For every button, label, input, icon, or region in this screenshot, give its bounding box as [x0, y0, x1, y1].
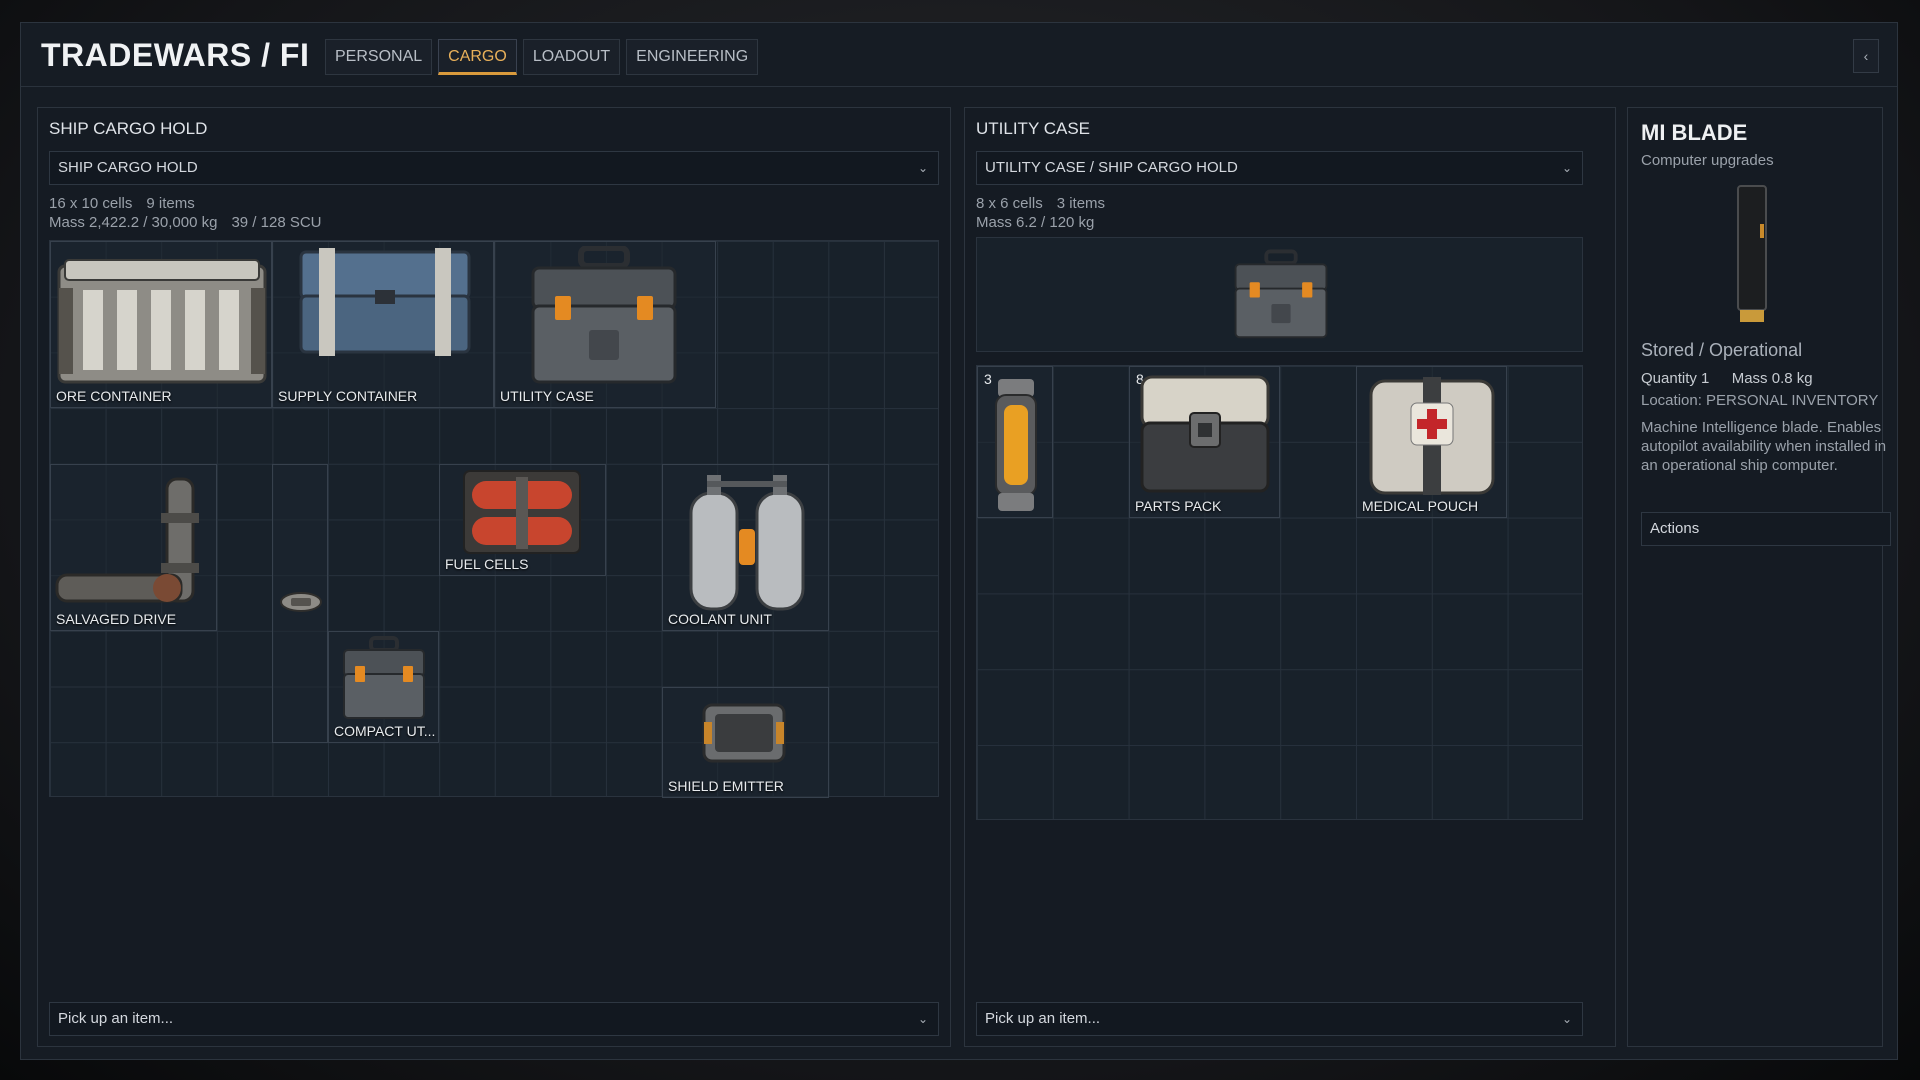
grid-item-parts-pack[interactable]: 8 PARTS PACK	[1129, 366, 1280, 518]
grid-item-ore-container[interactable]: ORE CONTAINER	[50, 241, 272, 408]
container-preview	[976, 237, 1583, 352]
tab-engineering[interactable]: ENGINEERING	[626, 39, 759, 75]
grid-item-compact-utility[interactable]: COMPACT UT...	[328, 631, 439, 743]
grid-item-medical-pouch[interactable]: MEDICAL POUCH	[1356, 366, 1507, 518]
mass-readout: Mass 2,422.2 / 30,000 kg	[49, 214, 218, 231]
item-details-panel: MI BLADE Computer upgrades Stored / Oper…	[1627, 107, 1891, 1047]
item-location: Location: PERSONAL INVENTORY	[1641, 392, 1879, 409]
top-bar: TRADEWARS / FI PERSONAL CARGO LOADOUT EN…	[21, 23, 1897, 87]
utility-pickup-select[interactable]: Pick up an item... ⌄	[976, 1002, 1583, 1036]
parts-pack-icon	[1138, 373, 1272, 500]
item-label: COOLANT UNIT	[668, 611, 772, 627]
item-label: MEDICAL POUCH	[1362, 498, 1479, 514]
blue-crate-icon	[297, 246, 473, 367]
tab-loadout[interactable]: LOADOUT	[522, 39, 621, 75]
chevron-down-icon: ⌄	[1561, 1012, 1572, 1026]
grid-item-lantern[interactable]: 3	[977, 366, 1053, 518]
item-quantity-mass: Quantity 1 Mass 0.8 kg	[1641, 370, 1813, 387]
grid-item-fuel-cells[interactable]: FUEL CELLS	[439, 464, 606, 576]
mass-readout: Mass 6.2 / 120 kg	[976, 214, 1095, 231]
item-label: SALVAGED DRIVE	[56, 611, 177, 627]
item-label: UTILITY CASE	[500, 388, 594, 404]
item-label: COMPACT UT...	[334, 723, 436, 739]
selector-value: SHIP CARGO HOLD	[58, 159, 198, 176]
item-label: SHIELD EMITTER	[668, 778, 784, 794]
collapse-panel-button[interactable]: ‹	[1853, 39, 1879, 73]
item-name: MI BLADE	[1641, 120, 1748, 145]
drive-icon	[55, 473, 215, 616]
utility-case-icon	[529, 245, 679, 391]
item-category: Computer upgrades	[1641, 152, 1774, 169]
app-window: TRADEWARS / FI PERSONAL CARGO LOADOUT EN…	[20, 22, 1898, 1060]
grid-item-utility-case[interactable]: UTILITY CASE	[494, 241, 716, 408]
panel-title: SHIP CARGO HOLD	[49, 119, 208, 138]
app-title: TRADEWARS / FI	[41, 37, 310, 73]
item-description: Machine Intelligence blade. Enables auto…	[1641, 419, 1887, 474]
cargo-container-selector[interactable]: SHIP CARGO HOLD ⌄	[49, 151, 939, 185]
item-count: 3 items	[1056, 195, 1106, 212]
compact-case-icon	[341, 636, 427, 725]
lantern-icon	[990, 375, 1042, 517]
pickup-placeholder: Pick up an item...	[58, 1010, 174, 1027]
item-status: Stored / Operational	[1641, 340, 1803, 360]
chevron-down-icon: ⌄	[1561, 161, 1572, 175]
mi-blade-icon	[1734, 184, 1770, 329]
cargo-pickup-select[interactable]: Pick up an item... ⌄	[49, 1002, 939, 1036]
item-count: 9 items	[146, 195, 195, 212]
tab-cargo[interactable]: CARGO	[438, 39, 517, 75]
utility-container-selector[interactable]: UTILITY CASE / SHIP CARGO HOLD ⌄	[976, 151, 1583, 185]
chevron-down-icon: ⌄	[917, 1012, 928, 1026]
item-label: FUEL CELLS	[445, 556, 529, 572]
item-label: PARTS PACK	[1135, 498, 1222, 514]
chevron-down-icon: ⌄	[917, 161, 928, 175]
item-label: SUPPLY CONTAINER	[278, 388, 418, 404]
grid-item-small-part[interactable]	[272, 464, 328, 743]
panel-title: UTILITY CASE	[976, 119, 1090, 138]
shield-emitter-icon	[701, 702, 787, 769]
cargo-hold-panel: SHIP CARGO HOLD SHIP CARGO HOLD ⌄ 16 x 1…	[37, 107, 951, 1047]
item-mass: Mass 0.8 kg	[1731, 370, 1813, 387]
coolant-tanks-icon	[687, 471, 807, 616]
pickup-placeholder: Pick up an item...	[985, 1010, 1101, 1027]
utility-grid[interactable]: 3 8 PARTS PACK MEDICAL POUCH	[976, 365, 1583, 820]
fuel-cells-icon	[462, 469, 582, 560]
cargo-stats: 16 x 10 cells 9 items Mass 2,422.2 / 30,0…	[49, 194, 322, 232]
item-quantity: Quantity 1	[1641, 370, 1710, 387]
tab-bar: PERSONAL CARGO LOADOUT ENGINEERING	[325, 39, 759, 75]
cell-count: 16 x 10 cells	[49, 195, 133, 212]
cargo-grid[interactable]: ORE CONTAINER SUPPLY CONTAINER UTILITY C…	[49, 240, 939, 798]
grid-item-shield-emitter[interactable]: SHIELD EMITTER	[662, 687, 829, 798]
utility-case-panel: UTILITY CASE UTILITY CASE / SHIP CARGO H…	[964, 107, 1616, 1047]
grid-item-salvaged-drive[interactable]: SALVAGED DRIVE	[50, 464, 217, 631]
medical-pouch-icon	[1365, 375, 1499, 502]
small-part-icon	[279, 589, 323, 620]
item-label: ORE CONTAINER	[56, 388, 172, 404]
crate-icon	[57, 258, 267, 389]
tab-personal[interactable]: PERSONAL	[325, 39, 433, 75]
cell-count: 8 x 6 cells	[976, 195, 1043, 212]
utility-case-icon	[1233, 246, 1329, 349]
actions-button[interactable]: Actions	[1641, 512, 1891, 546]
grid-item-coolant-unit[interactable]: COOLANT UNIT	[662, 464, 829, 631]
selector-value: UTILITY CASE / SHIP CARGO HOLD	[985, 159, 1238, 176]
scu-readout: 39 / 128 SCU	[231, 214, 322, 231]
grid-item-supply-container[interactable]: SUPPLY CONTAINER	[272, 241, 494, 408]
utility-stats: 8 x 6 cells 3 items Mass 6.2 / 120 kg	[976, 194, 1105, 232]
